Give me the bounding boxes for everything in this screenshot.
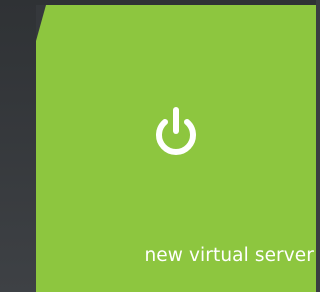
tile-label: new virtual server <box>144 245 314 266</box>
power-icon <box>156 107 196 155</box>
tile-corner-fold <box>36 5 46 41</box>
new-virtual-server-tile[interactable]: new virtual server <box>36 5 316 292</box>
